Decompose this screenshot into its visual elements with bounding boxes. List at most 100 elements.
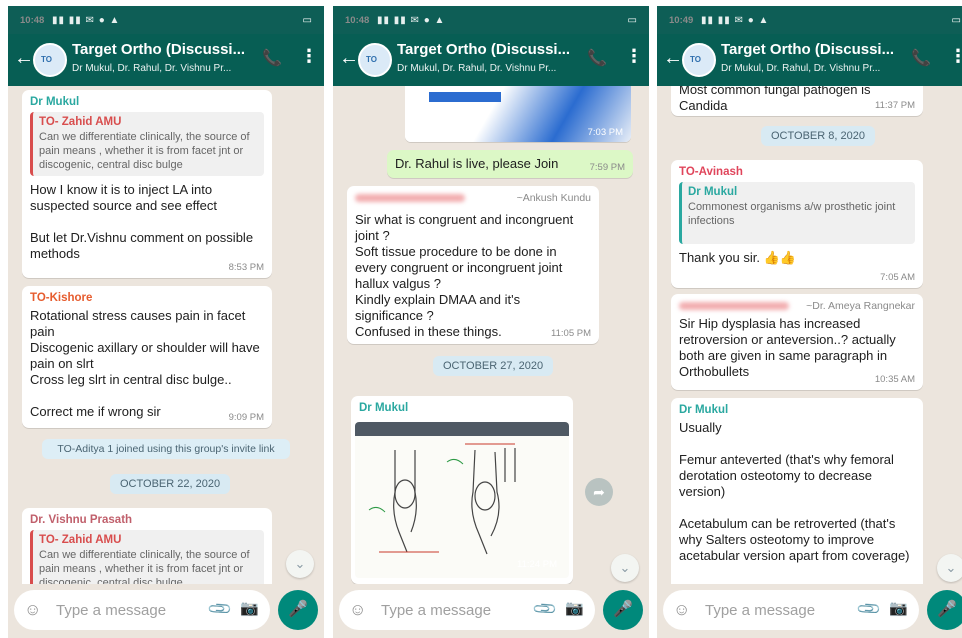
signal-icon: ▮▮ ▮▮ ✉ ● ▲	[52, 15, 121, 26]
more-options-icon[interactable]: ⋮	[625, 46, 643, 67]
chat-header: ← TO Target Ortho (Discussi... Dr Mukul,…	[333, 34, 649, 86]
emoji-icon[interactable]: ☺	[673, 600, 690, 620]
phone-screen-2: 10:48 ▮▮ ▮▮ ✉ ● ▲ ▭ ← TO Target Ortho (D…	[333, 6, 649, 638]
camera-icon[interactable]: 📷	[240, 599, 259, 617]
message-time: 11:24 PM	[517, 559, 557, 570]
mic-icon: 🎤	[937, 601, 957, 618]
quoted-sender: TO- Zahid AMU	[39, 116, 122, 128]
drawing-thumbnail[interactable]: 11:24 PM	[355, 422, 569, 578]
message-text: Sir Hip dysplasia has increased retrover…	[679, 316, 896, 379]
phone-screen-3: 10:49 ▮▮ ▮▮ ✉ ● ▲ ▭ ← TO Target Ortho (D…	[657, 6, 962, 638]
hidden-phone-number	[679, 301, 789, 310]
scroll-down-icon[interactable]: ⌄	[286, 550, 314, 578]
message-input[interactable]	[705, 598, 835, 622]
message-time: 7:05 AM	[880, 272, 915, 283]
quoted-message[interactable]: TO- Zahid AMU Can we differentiate clini…	[30, 530, 264, 584]
message-sender: TO-Avinash	[679, 166, 743, 178]
attach-icon[interactable]: 📎	[531, 595, 559, 623]
message-input-box[interactable]: ☺ 📎 📷	[339, 590, 595, 630]
image-message[interactable]: 7:03 PM	[405, 86, 631, 142]
add-call-icon[interactable]: 📞	[911, 48, 931, 68]
back-arrow-icon[interactable]: ←	[14, 47, 34, 69]
compose-bar: ☺ 📎 📷 🎤	[657, 590, 962, 632]
add-call-icon[interactable]: 📞	[262, 48, 282, 68]
group-members[interactable]: Dr Mukul, Dr. Rahul, Dr. Vishnu Pr...	[397, 63, 575, 74]
group-avatar[interactable]: TO	[682, 43, 716, 77]
quoted-sender: TO- Zahid AMU	[39, 534, 122, 546]
mic-button[interactable]: 🎤	[927, 590, 962, 630]
back-arrow-icon[interactable]: ←	[339, 47, 359, 69]
quoted-message[interactable]: Dr Mukul Commonest organisms a/w prosthe…	[679, 182, 915, 244]
scroll-down-icon[interactable]: ⌄	[611, 554, 639, 582]
mic-icon: 🎤	[288, 601, 308, 618]
message-bubble[interactable]: TO-Kishore Rotational stress causes pain…	[22, 286, 272, 428]
image-message[interactable]: Dr Mukul 11:24 PM	[351, 396, 573, 584]
message-text: Usually Femur anteverted (that's why fem…	[679, 420, 910, 563]
status-bar: 10:48 ▮▮ ▮▮ ✉ ● ▲ ▭	[8, 6, 324, 34]
message-time: 11:05 PM	[551, 328, 591, 339]
group-members[interactable]: Dr Mukul, Dr. Rahul, Dr. Vishnu Pr...	[721, 63, 899, 74]
quoted-message[interactable]: TO- Zahid AMU Can we differentiate clini…	[30, 112, 264, 176]
message-bubble[interactable]: Dr. Vishnu Prasath TO- Zahid AMU Can we …	[22, 508, 272, 584]
more-options-icon[interactable]: ⋮	[300, 46, 318, 67]
emoji-icon[interactable]: ☺	[349, 600, 366, 620]
message-text: Sir what is congruent and incongruent jo…	[355, 212, 574, 339]
message-input[interactable]	[56, 598, 186, 622]
message-list[interactable]: 7:03 PM Dr. Rahul is live, please Join 7…	[333, 86, 649, 584]
camera-icon[interactable]: 📷	[565, 599, 584, 617]
sender-display-name: ~Dr. Ameya Rangnekar	[806, 300, 915, 312]
message-time: 7:03 PM	[587, 127, 623, 138]
message-time: 11:37 PM	[875, 100, 915, 111]
group-title[interactable]: Target Ortho (Discussi...	[721, 41, 899, 58]
hidden-phone-number	[355, 193, 465, 202]
signal-icon: ▮▮ ▮▮ ✉ ● ▲	[701, 15, 770, 26]
back-arrow-icon[interactable]: ←	[663, 47, 683, 69]
message-bubble[interactable]: ~Dr. Ameya Rangnekar Sir Hip dysplasia h…	[671, 294, 923, 390]
compose-bar: ☺ 📎 📷 🎤	[333, 590, 649, 632]
phone-screen-1: 10:48 ▮▮ ▮▮ ✉ ● ▲ ▭ ← TO Target Ortho (D…	[8, 6, 324, 638]
message-time: 10:35 AM	[874, 374, 915, 385]
group-members[interactable]: Dr Mukul, Dr. Rahul, Dr. Vishnu Pr...	[72, 63, 250, 74]
outgoing-message-bubble[interactable]: Dr. Rahul is live, please Join 7:59 PM	[387, 150, 633, 178]
compose-bar: ☺ 📎 📷 🎤	[8, 590, 324, 632]
quoted-sender: Dr Mukul	[688, 186, 738, 198]
mic-button[interactable]: 🎤	[278, 590, 318, 630]
message-list[interactable]: Dr Mukul TO- Zahid AMU Can we differenti…	[8, 86, 324, 584]
chat-header: ← TO Target Ortho (Discussi... Dr Mukul,…	[657, 34, 962, 86]
message-bubble[interactable]: Dr Mukul TO- Zahid AMU Can we differenti…	[22, 90, 272, 278]
message-text: How I know it is to inject LA into suspe…	[30, 182, 254, 261]
message-bubble[interactable]: ~Ankush Kundu Sir what is congruent and …	[347, 186, 599, 344]
mic-icon: 🎤	[613, 601, 633, 618]
group-title[interactable]: Target Ortho (Discussi...	[397, 41, 575, 58]
message-input-box[interactable]: ☺ 📎 📷	[14, 590, 270, 630]
camera-icon[interactable]: 📷	[889, 599, 908, 617]
message-time: 7:59 PM	[589, 162, 625, 173]
attach-icon[interactable]: 📎	[855, 595, 883, 623]
message-list[interactable]: Most common fungal pathogen is Candida 1…	[657, 86, 962, 584]
message-bubble[interactable]: TO-Avinash Dr Mukul Commonest organisms …	[671, 160, 923, 288]
date-divider: OCTOBER 27, 2020	[433, 356, 554, 376]
status-bar: 10:49 ▮▮ ▮▮ ✉ ● ▲ ▭	[657, 6, 962, 34]
message-input-box[interactable]: ☺ 📎 📷	[663, 590, 919, 630]
message-bubble[interactable]: Dr Mukul Usually Femur anteverted (that'…	[671, 398, 923, 584]
message-bubble[interactable]: Most common fungal pathogen is Candida 1…	[671, 86, 923, 116]
group-avatar[interactable]: TO	[33, 43, 67, 77]
add-call-icon[interactable]: 📞	[587, 48, 607, 68]
more-options-icon[interactable]: ⋮	[949, 46, 962, 67]
signal-icon: ▮▮ ▮▮ ✉ ● ▲	[377, 15, 446, 26]
status-bar: 10:48 ▮▮ ▮▮ ✉ ● ▲ ▭	[333, 6, 649, 34]
scroll-down-icon[interactable]: ⌄	[937, 554, 962, 582]
mic-button[interactable]: 🎤	[603, 590, 643, 630]
emoji-icon[interactable]: ☺	[24, 600, 41, 620]
date-divider: OCTOBER 8, 2020	[761, 126, 875, 146]
date-divider: OCTOBER 22, 2020	[110, 474, 231, 494]
battery-icon: ▭	[627, 15, 637, 26]
attach-icon[interactable]: 📎	[206, 595, 234, 623]
message-text: Rotational stress causes pain in facet p…	[30, 308, 260, 419]
forward-icon[interactable]: ➦	[585, 478, 613, 506]
message-input[interactable]	[381, 598, 511, 622]
message-sender: TO-Kishore	[30, 292, 93, 304]
group-title[interactable]: Target Ortho (Discussi...	[72, 41, 250, 58]
group-avatar[interactable]: TO	[358, 43, 392, 77]
sender-display-name: ~Ankush Kundu	[516, 192, 591, 204]
